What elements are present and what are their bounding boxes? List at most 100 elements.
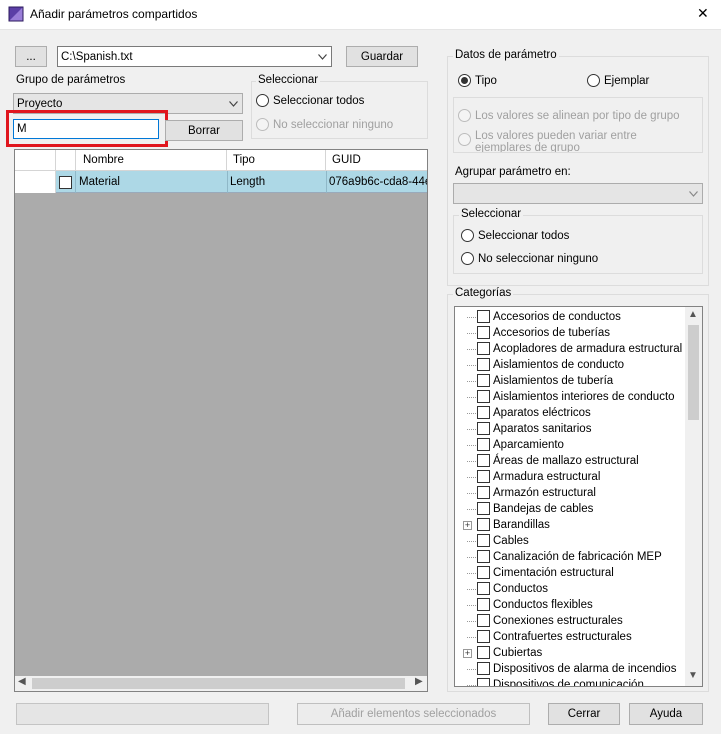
row-checkbox[interactable] <box>59 175 72 189</box>
category-checkbox[interactable] <box>477 390 490 403</box>
expand-plus-icon[interactable]: + <box>463 521 472 530</box>
category-checkbox[interactable] <box>477 422 490 435</box>
list-item[interactable]: + Cubiertas <box>455 645 685 661</box>
category-label: Conductos flexibles <box>493 599 593 611</box>
category-label: Aislamientos interiores de conducto <box>493 391 675 403</box>
radio-icon <box>256 94 269 107</box>
category-checkbox[interactable] <box>477 662 490 675</box>
list-item[interactable]: Armadura estructural <box>455 469 685 485</box>
category-checkbox[interactable] <box>477 358 490 371</box>
expand-plus-icon[interactable]: + <box>463 649 472 658</box>
vertical-scrollbar[interactable]: ▲ ▼ <box>685 307 702 686</box>
list-item[interactable]: Aislamientos de tubería <box>455 373 685 389</box>
category-checkbox[interactable] <box>477 582 490 595</box>
list-item[interactable]: Aislamientos de conducto <box>455 357 685 373</box>
category-checkbox[interactable] <box>477 374 490 387</box>
cell-divider <box>227 171 228 193</box>
instance-radio[interactable]: Ejemplar <box>587 74 649 87</box>
list-item[interactable]: Bandejas de cables <box>455 501 685 517</box>
close-icon[interactable]: ✕ <box>697 5 709 22</box>
select-none-right-radio[interactable]: No seleccionar ninguno <box>461 252 598 265</box>
scroll-down-icon[interactable]: ▼ <box>688 670 698 681</box>
type-radio[interactable]: Tipo <box>458 74 497 87</box>
category-checkbox[interactable] <box>477 342 490 355</box>
select-none-left-radio[interactable]: No seleccionar ninguno <box>256 118 393 131</box>
category-label: Acopladores de armadura estructural <box>493 343 683 355</box>
category-checkbox[interactable] <box>477 678 490 686</box>
list-item[interactable]: Armazón estructural <box>455 485 685 501</box>
list-item[interactable]: Áreas de mallazo estructural <box>455 453 685 469</box>
scrollbar-thumb[interactable] <box>32 678 405 689</box>
radio-selected-icon <box>458 74 471 87</box>
horizontal-scrollbar[interactable]: ◀ ▶ <box>15 676 427 691</box>
tree-line <box>467 669 476 670</box>
list-item[interactable]: Cimentación estructural <box>455 565 685 581</box>
clear-button[interactable]: Borrar <box>165 120 243 141</box>
select-all-right-radio[interactable]: Seleccionar todos <box>461 229 569 242</box>
category-label: Aparatos sanitarios <box>493 423 592 435</box>
list-item[interactable]: Conexiones estructurales <box>455 613 685 629</box>
scroll-right-icon[interactable]: ▶ <box>415 676 423 687</box>
list-item[interactable]: Conductos flexibles <box>455 597 685 613</box>
add-selected-button[interactable]: Añadir elementos seleccionados <box>297 703 530 725</box>
category-label: Armadura estructural <box>493 471 601 483</box>
list-item[interactable]: Accesorios de tuberías <box>455 325 685 341</box>
instance-radio-label: Ejemplar <box>604 74 650 87</box>
scroll-left-icon[interactable]: ◀ <box>18 676 26 687</box>
list-item[interactable]: Aislamientos interiores de conducto <box>455 389 685 405</box>
select-all-left-radio[interactable]: Seleccionar todos <box>256 94 364 107</box>
list-item[interactable]: Cables <box>455 533 685 549</box>
category-checkbox[interactable] <box>477 614 490 627</box>
category-checkbox[interactable] <box>477 630 490 643</box>
column-header-name[interactable]: Nombre <box>76 150 227 171</box>
list-item[interactable]: Accesorios de conductos <box>455 309 685 325</box>
help-button[interactable]: Ayuda <box>629 703 703 725</box>
category-checkbox[interactable] <box>477 646 490 659</box>
select-none-right-label: No seleccionar ninguno <box>478 252 599 265</box>
filter-input[interactable] <box>13 119 159 139</box>
list-item[interactable]: + Barandillas <box>455 517 685 533</box>
list-item[interactable]: Aparatos eléctricos <box>455 405 685 421</box>
scrollbar-thumb[interactable] <box>688 325 699 420</box>
row-header <box>15 171 56 193</box>
align-by-type-radio[interactable]: Los valores se alinean por tipo de grupo <box>458 109 680 122</box>
category-checkbox[interactable] <box>477 550 490 563</box>
category-checkbox[interactable] <box>477 454 490 467</box>
tree-line <box>467 317 476 318</box>
category-checkbox[interactable] <box>477 566 490 579</box>
category-checkbox[interactable] <box>477 326 490 339</box>
column-header-type[interactable]: Tipo <box>227 150 326 171</box>
app-icon <box>8 6 24 22</box>
list-item[interactable]: Acopladores de armadura estructural <box>455 341 685 357</box>
category-checkbox[interactable] <box>477 310 490 323</box>
table-row[interactable]: Material Length 076a9b6c-cda8-44ea <box>15 171 427 193</box>
category-checkbox[interactable] <box>477 518 490 531</box>
category-checkbox[interactable] <box>477 438 490 451</box>
list-item[interactable]: Canalización de fabricación MEP <box>455 549 685 565</box>
close-button[interactable]: Cerrar <box>548 703 620 725</box>
list-item[interactable]: Aparcamiento <box>455 437 685 453</box>
category-checkbox[interactable] <box>477 598 490 611</box>
radio-icon <box>458 133 471 146</box>
select-right-group <box>453 215 703 274</box>
list-item[interactable]: Aparatos sanitarios <box>455 421 685 437</box>
column-header-guid[interactable]: GUID <box>326 150 427 171</box>
list-item[interactable]: Dispositivos de alarma de incendios <box>455 661 685 677</box>
browse-button[interactable]: ... <box>15 46 47 67</box>
category-checkbox[interactable] <box>477 486 490 499</box>
radio-icon <box>461 252 474 265</box>
save-button[interactable]: Guardar <box>346 46 418 67</box>
row-checkbox-cell[interactable] <box>56 171 76 193</box>
category-checkbox[interactable] <box>477 534 490 547</box>
list-item[interactable]: Contrafuertes estructurales <box>455 629 685 645</box>
list-item[interactable]: Dispositivos de comunicación <box>455 677 685 686</box>
scroll-up-icon[interactable]: ▲ <box>688 309 698 320</box>
group-under-select[interactable] <box>453 183 703 204</box>
category-checkbox[interactable] <box>477 502 490 515</box>
list-item[interactable]: Conductos <box>455 581 685 597</box>
file-path-combo[interactable]: C:\Spanish.txt <box>57 46 332 67</box>
category-checkbox[interactable] <box>477 470 490 483</box>
vary-by-instance-radio[interactable]: Los valores pueden variar entre ejemplar… <box>458 130 655 152</box>
select-none-left-label: No seleccionar ninguno <box>273 118 394 131</box>
category-checkbox[interactable] <box>477 406 490 419</box>
